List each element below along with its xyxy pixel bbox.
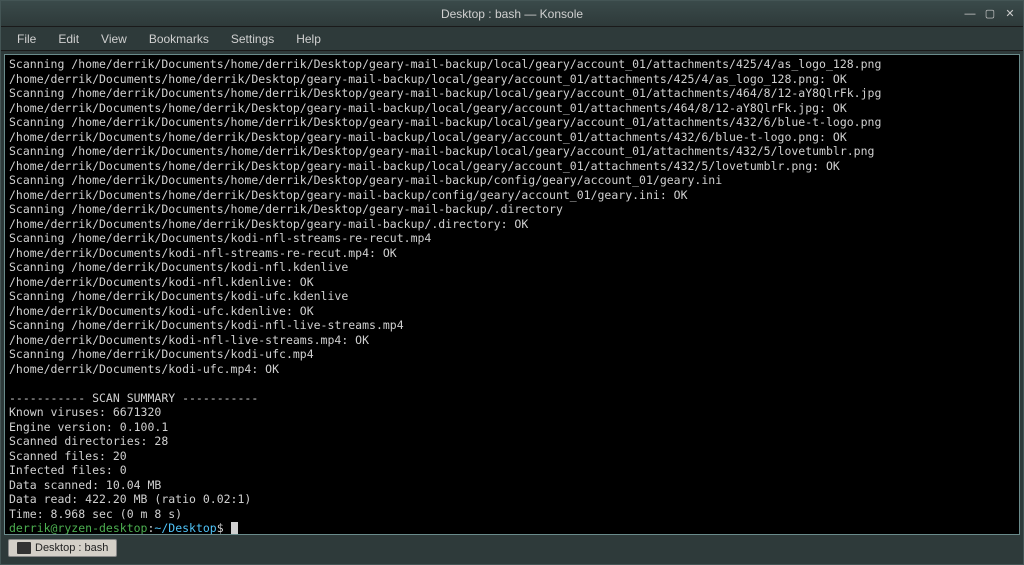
terminal-line: Scanning /home/derrik/Documents/home/der… xyxy=(9,57,1015,72)
menu-file[interactable]: File xyxy=(7,29,46,49)
terminal-line: /home/derrik/Documents/kodi-ufc.kdenlive… xyxy=(9,304,1015,319)
terminal-line: Scanning /home/derrik/Documents/kodi-nfl… xyxy=(9,260,1015,275)
tab-bar: Desktop : bash xyxy=(4,535,1020,561)
terminal-line: /home/derrik/Documents/home/derrik/Deskt… xyxy=(9,72,1015,87)
terminal-line xyxy=(9,376,1015,391)
window-controls: — ▢ ✕ xyxy=(961,5,1019,23)
cursor xyxy=(231,522,238,535)
terminal-line: Scanning /home/derrik/Documents/home/der… xyxy=(9,144,1015,159)
terminal-line: /home/derrik/Documents/kodi-nfl.kdenlive… xyxy=(9,275,1015,290)
terminal-line: Scanning /home/derrik/Documents/home/der… xyxy=(9,202,1015,217)
minimize-button[interactable]: — xyxy=(961,5,979,23)
menu-settings[interactable]: Settings xyxy=(221,29,284,49)
terminal-line: /home/derrik/Documents/kodi-nfl-streams-… xyxy=(9,246,1015,261)
window-title: Desktop : bash — Konsole xyxy=(441,7,583,21)
terminal-line: Engine version: 0.100.1 xyxy=(9,420,1015,435)
prompt-line[interactable]: derrik@ryzen-desktop:~/Desktop$ xyxy=(9,521,1015,535)
terminal-line: /home/derrik/Documents/home/derrik/Deskt… xyxy=(9,130,1015,145)
terminal-line: /home/derrik/Documents/home/derrik/Deskt… xyxy=(9,159,1015,174)
menu-edit[interactable]: Edit xyxy=(48,29,89,49)
terminal-line: Scanned files: 20 xyxy=(9,449,1015,464)
terminal-line: Scanning /home/derrik/Documents/home/der… xyxy=(9,173,1015,188)
konsole-window: Desktop : bash — Konsole — ▢ ✕ File Edit… xyxy=(0,0,1024,565)
close-button[interactable]: ✕ xyxy=(1001,5,1019,23)
terminal-line: Data scanned: 10.04 MB xyxy=(9,478,1015,493)
menu-help[interactable]: Help xyxy=(286,29,331,49)
titlebar[interactable]: Desktop : bash — Konsole — ▢ ✕ xyxy=(1,1,1023,27)
menu-bookmarks[interactable]: Bookmarks xyxy=(139,29,219,49)
terminal-line: Data read: 422.20 MB (ratio 0.02:1) xyxy=(9,492,1015,507)
prompt-user-host: derrik@ryzen-desktop xyxy=(9,521,147,535)
terminal-line: Known viruses: 6671320 xyxy=(9,405,1015,420)
terminal-line: ----------- SCAN SUMMARY ----------- xyxy=(9,391,1015,406)
menubar: File Edit View Bookmarks Settings Help xyxy=(1,27,1023,51)
terminal-line: /home/derrik/Documents/home/derrik/Deskt… xyxy=(9,217,1015,232)
maximize-button[interactable]: ▢ xyxy=(981,5,999,23)
terminal[interactable]: Scanning /home/derrik/Documents/home/der… xyxy=(4,54,1020,535)
tab-label: Desktop : bash xyxy=(35,542,108,554)
terminal-line: /home/derrik/Documents/kodi-nfl-live-str… xyxy=(9,333,1015,348)
prompt-dollar: $ xyxy=(217,521,231,535)
terminal-line: Infected files: 0 xyxy=(9,463,1015,478)
terminal-line: Scanning /home/derrik/Documents/home/der… xyxy=(9,115,1015,130)
terminal-line: Scanning /home/derrik/Documents/kodi-nfl… xyxy=(9,318,1015,333)
terminal-line: Time: 8.968 sec (0 m 8 s) xyxy=(9,507,1015,522)
prompt-path: ~/Desktop xyxy=(154,521,216,535)
tab-desktop-bash[interactable]: Desktop : bash xyxy=(8,539,117,557)
terminal-line: Scanning /home/derrik/Documents/home/der… xyxy=(9,86,1015,101)
terminal-icon xyxy=(17,542,31,554)
terminal-line: Scanned directories: 28 xyxy=(9,434,1015,449)
menu-view[interactable]: View xyxy=(91,29,137,49)
terminal-line: /home/derrik/Documents/kodi-ufc.mp4: OK xyxy=(9,362,1015,377)
terminal-line: Scanning /home/derrik/Documents/kodi-nfl… xyxy=(9,231,1015,246)
terminal-line: /home/derrik/Documents/home/derrik/Deskt… xyxy=(9,101,1015,116)
terminal-container: Scanning /home/derrik/Documents/home/der… xyxy=(1,51,1023,564)
terminal-line: Scanning /home/derrik/Documents/kodi-ufc… xyxy=(9,347,1015,362)
terminal-line: /home/derrik/Documents/home/derrik/Deskt… xyxy=(9,188,1015,203)
terminal-line: Scanning /home/derrik/Documents/kodi-ufc… xyxy=(9,289,1015,304)
